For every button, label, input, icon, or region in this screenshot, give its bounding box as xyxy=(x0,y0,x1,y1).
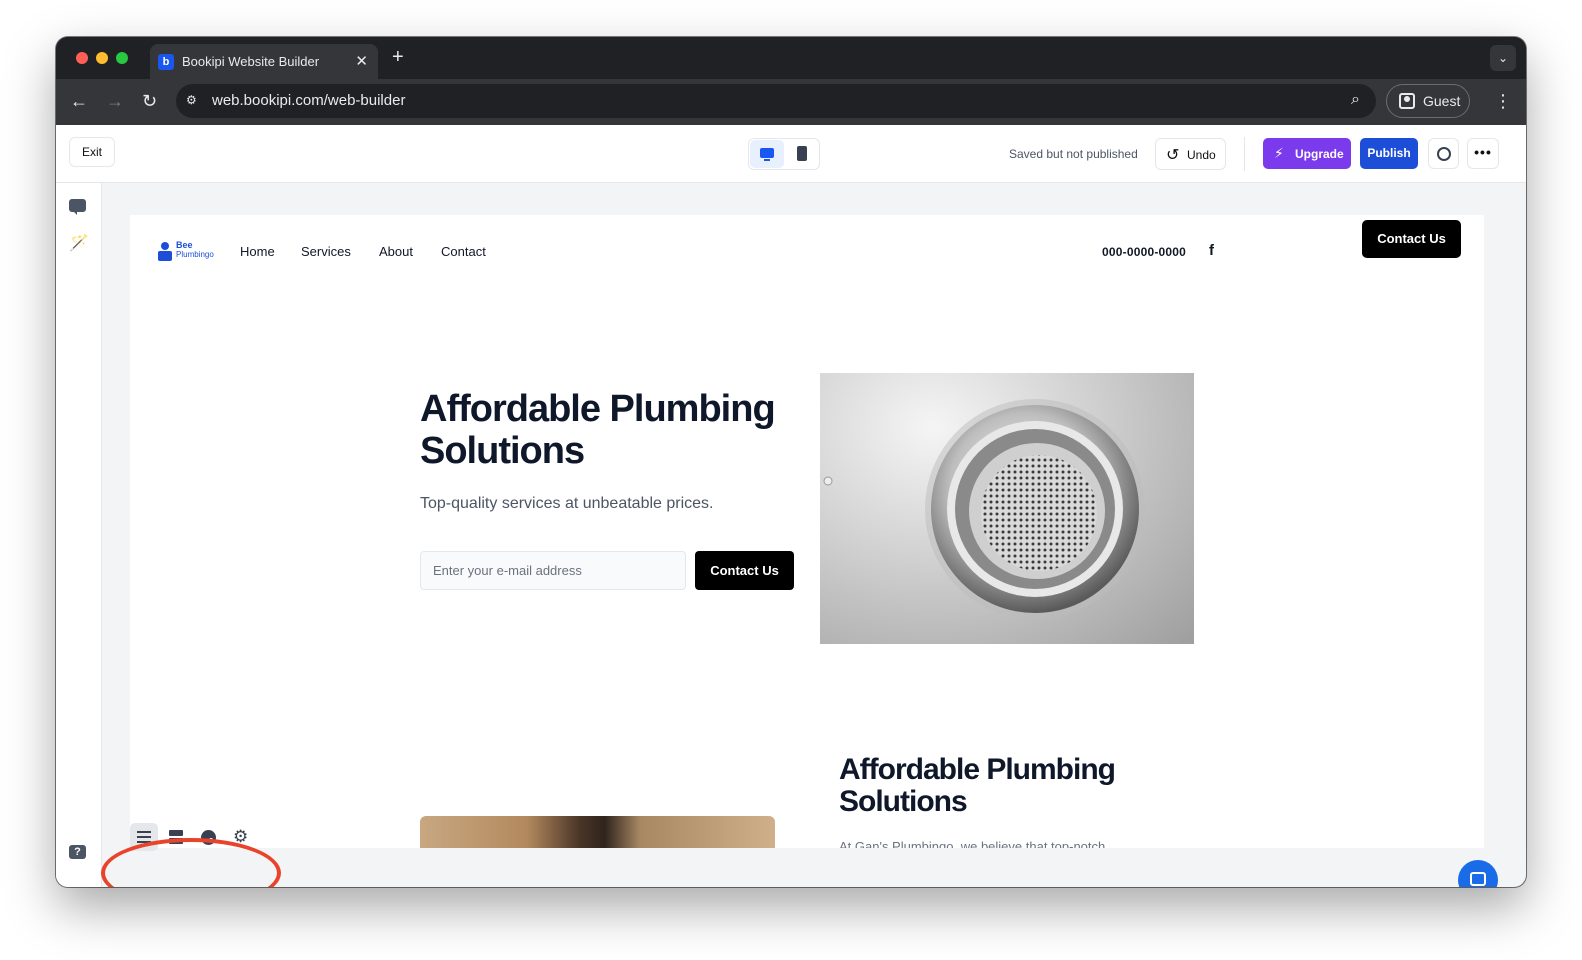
chat-icon xyxy=(1470,872,1486,886)
lightning-bolt-icon: ⚡ xyxy=(1274,145,1284,161)
sink-drain-image[interactable] xyxy=(820,373,1194,644)
forward-arrow-icon[interactable]: → xyxy=(106,91,124,111)
browser-tab[interactable]: b Bookipi Website Builder ✕ xyxy=(150,44,378,79)
save-status: Saved but not published xyxy=(1009,147,1138,161)
sections-icon xyxy=(169,830,183,844)
minimize-window-button[interactable] xyxy=(96,52,108,64)
tab-search-chevron-icon[interactable]: ⌄ xyxy=(1490,45,1516,71)
device-toggle xyxy=(748,138,820,170)
more-options-button[interactable]: ••• xyxy=(1467,138,1499,169)
page-layers-button[interactable] xyxy=(130,823,158,851)
hero-title[interactable]: Affordable Plumbing Solutions xyxy=(420,388,810,472)
list-icon xyxy=(137,830,151,844)
exit-button[interactable]: Exit xyxy=(69,137,116,167)
profile-icon xyxy=(1399,93,1415,109)
undo-label: Undo xyxy=(1187,148,1216,162)
sink-drain-illustration xyxy=(823,399,1145,619)
upgrade-label: Upgrade xyxy=(1295,147,1344,161)
email-input[interactable] xyxy=(420,551,686,590)
url-text[interactable]: web.bookipi.com/web-builder xyxy=(212,92,405,109)
left-rail: 🪄 ? xyxy=(56,183,102,887)
hero-subtitle[interactable]: Top-quality services at unbeatable price… xyxy=(420,495,714,513)
undo-button[interactable]: ↺ Undo xyxy=(1155,138,1226,170)
browser-menu-icon[interactable]: ⋮ xyxy=(1494,91,1512,112)
tab-strip: b Bookipi Website Builder ✕ + ⌄ xyxy=(56,37,1526,79)
profile-label: Guest xyxy=(1423,93,1461,109)
magic-wand-icon[interactable]: 🪄 xyxy=(69,233,89,252)
plumber-photo[interactable] xyxy=(420,816,775,848)
help-icon[interactable]: ? xyxy=(69,843,87,861)
publish-button[interactable]: Publish xyxy=(1360,138,1418,169)
site-nav-home[interactable]: Home xyxy=(240,244,275,259)
globe-icon xyxy=(1437,147,1451,161)
palette-icon xyxy=(201,830,216,845)
facebook-icon[interactable]: f xyxy=(1209,242,1214,259)
comment-icon[interactable] xyxy=(69,197,87,215)
phone-icon xyxy=(797,146,807,161)
tab-title: Bookipi Website Builder xyxy=(182,54,320,69)
address-bar[interactable]: ⚙ web.bookipi.com/web-builder ⌕ xyxy=(176,84,1376,118)
logo-text-line2: Plumbingo xyxy=(176,250,214,259)
upgrade-button[interactable]: ⚡ Upgrade xyxy=(1263,138,1351,169)
hero-contact-button[interactable]: Contact Us xyxy=(695,551,794,590)
site-preview-button[interactable] xyxy=(1428,138,1459,169)
reload-icon[interactable]: ↻ xyxy=(142,91,157,111)
section2-body[interactable]: At Gan's Plumbingo, we believe that top-… xyxy=(839,839,1105,848)
section2-title[interactable]: Affordable Plumbing Solutions xyxy=(839,754,1159,818)
site-preview-canvas[interactable]: Bee Plumbingo Home Services About Contac… xyxy=(130,215,1484,848)
close-tab-icon[interactable]: ✕ xyxy=(355,52,368,70)
site-info-icon[interactable]: ⚙ xyxy=(186,93,202,109)
maximize-window-button[interactable] xyxy=(116,52,128,64)
close-window-button[interactable] xyxy=(76,52,88,64)
logo-text-line1: Bee xyxy=(176,240,193,250)
new-tab-button[interactable]: + xyxy=(392,46,404,69)
bookipi-favicon-icon: b xyxy=(158,54,174,70)
mobile-view-button[interactable] xyxy=(785,140,819,168)
site-logo[interactable]: Bee Plumbingo xyxy=(156,239,214,263)
settings-button[interactable]: ⚙ xyxy=(226,823,254,851)
live-chat-button[interactable] xyxy=(1458,860,1498,887)
builder-bottom-tools: ⚙ xyxy=(130,823,266,853)
zoom-icon[interactable]: ⌕ xyxy=(1351,91,1360,109)
browser-toolbar: ← → ↻ ⚙ web.bookipi.com/web-builder ⌕ Gu… xyxy=(56,79,1526,125)
back-arrow-icon[interactable]: ← xyxy=(70,91,88,111)
site-nav-services[interactable]: Services xyxy=(301,244,351,259)
header-divider xyxy=(1244,137,1245,171)
plumber-logo-icon xyxy=(158,242,172,261)
site-nav-contact[interactable]: Contact xyxy=(441,244,486,259)
header-contact-button[interactable]: Contact Us xyxy=(1362,220,1461,258)
site-nav-about[interactable]: About xyxy=(379,244,413,259)
site-phone[interactable]: 000-0000-0000 xyxy=(1102,245,1186,259)
builder-header: Exit Saved but not published ↺ Undo ⚡ Up… xyxy=(56,125,1526,183)
browser-window: b Bookipi Website Builder ✕ + ⌄ ← → ↻ ⚙ … xyxy=(56,37,1526,887)
desktop-view-button[interactable] xyxy=(750,140,784,168)
sections-button[interactable] xyxy=(162,823,190,851)
theme-button[interactable] xyxy=(194,823,222,851)
undo-icon: ↺ xyxy=(1166,147,1180,164)
web-builder-app: Exit Saved but not published ↺ Undo ⚡ Up… xyxy=(56,125,1526,887)
monitor-icon xyxy=(760,148,774,161)
profile-button[interactable]: Guest xyxy=(1386,84,1470,118)
gear-icon: ⚙ xyxy=(233,827,249,846)
